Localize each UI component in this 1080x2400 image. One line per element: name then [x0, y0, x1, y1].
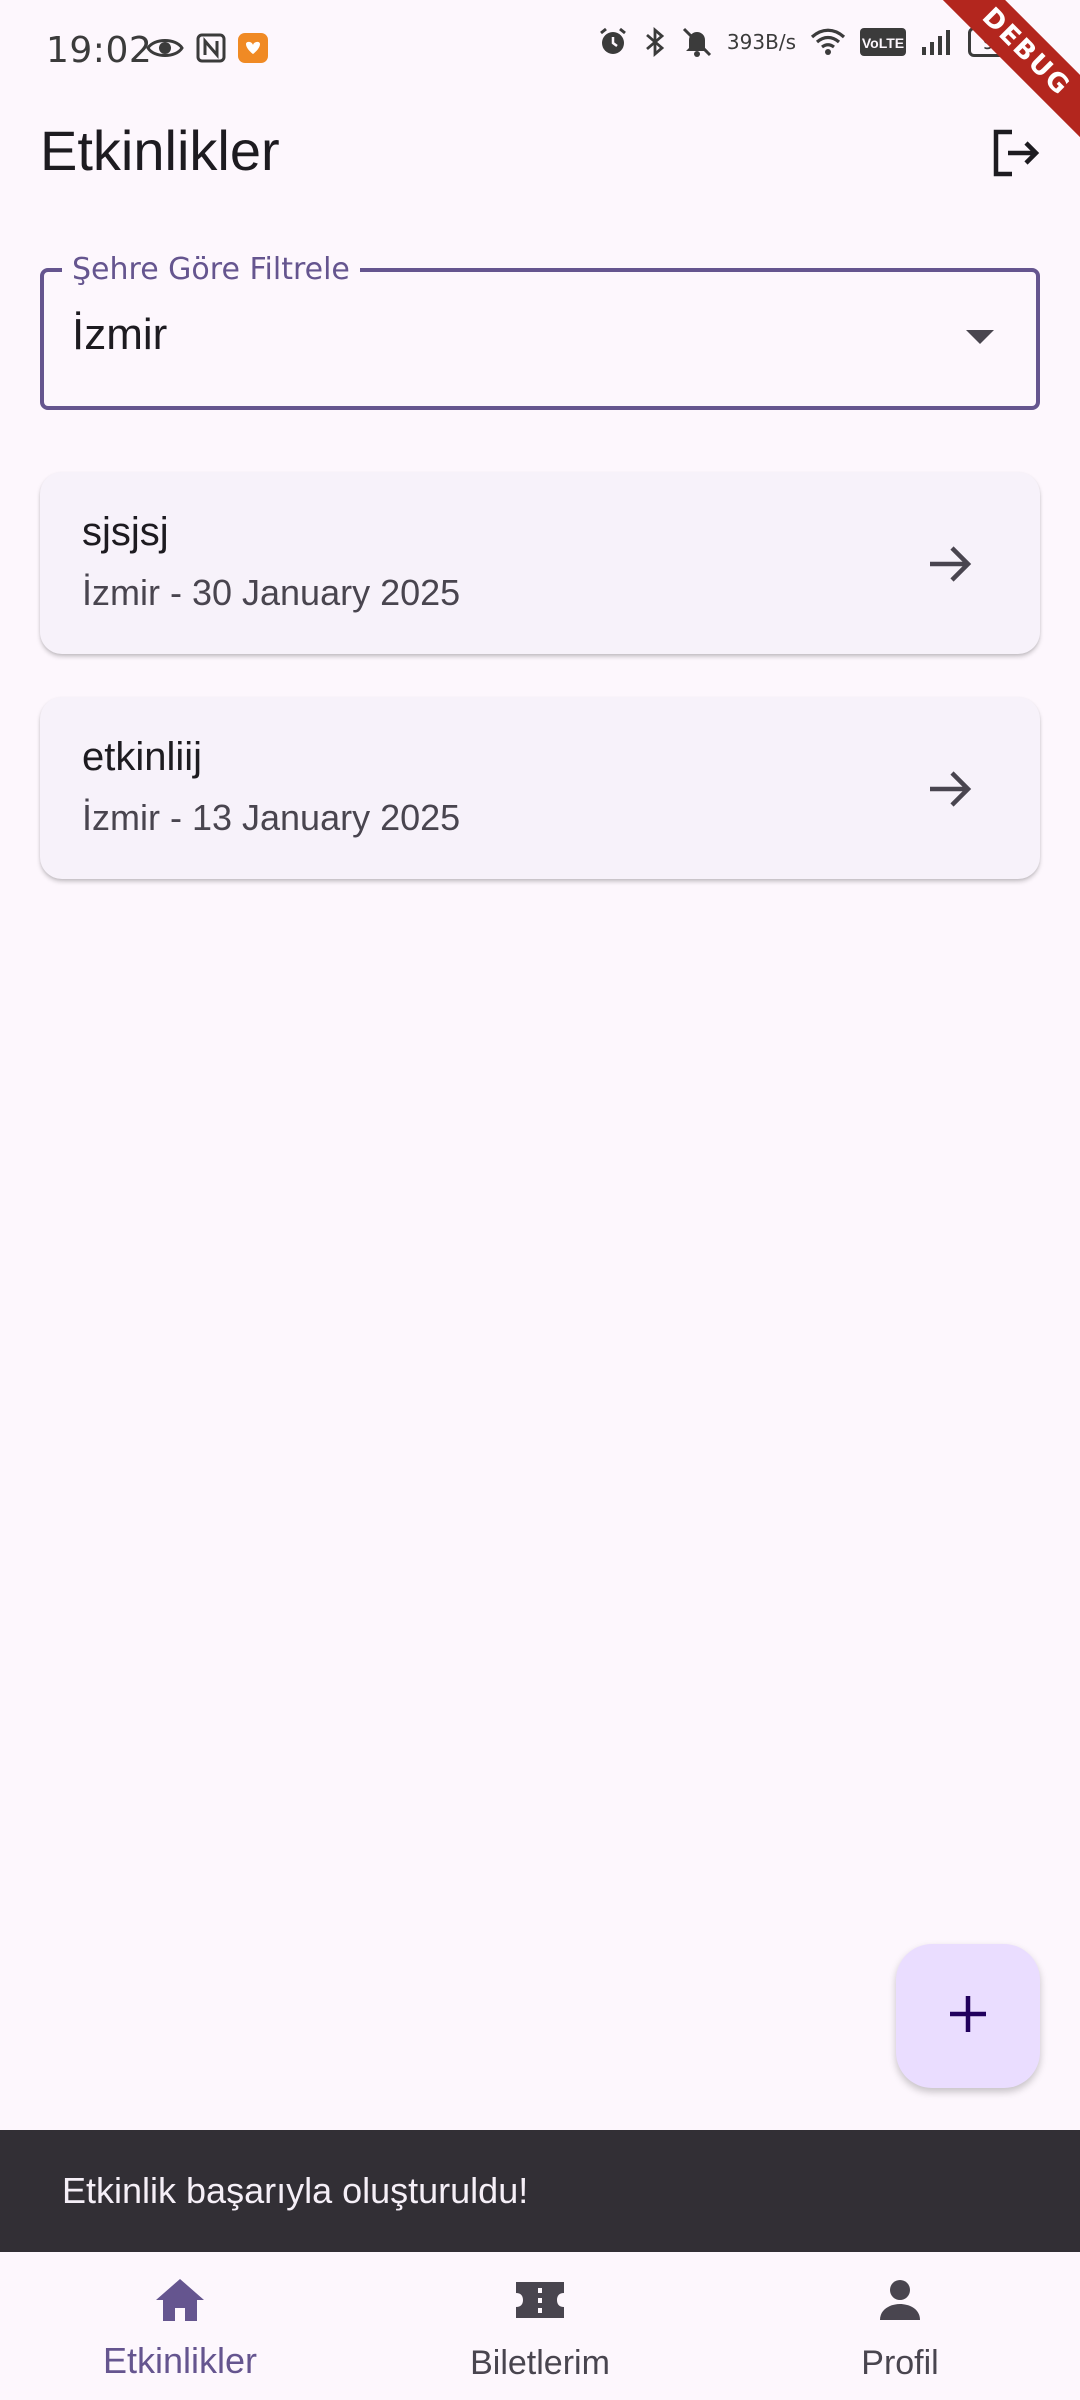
alarm-icon [597, 26, 629, 58]
net-speed: 393 B/s [727, 31, 796, 53]
city-filter-dropdown[interactable]: Şehre Göre Filtrele İzmir [40, 252, 1040, 410]
dropdown-arrow-icon [966, 330, 994, 344]
shield-app-icon [238, 33, 268, 63]
person-icon [870, 2270, 930, 2330]
nav-item-profil[interactable]: Profil [720, 2252, 1080, 2400]
logout-button[interactable] [980, 120, 1050, 190]
event-card[interactable]: etkinliij İzmir - 13 January 2025 [40, 697, 1040, 879]
event-title: etkinliij [82, 735, 203, 779]
arrow-forward-icon [920, 534, 980, 594]
status-bar: 19:02 393 B/s VoLTE [0, 0, 1080, 100]
city-filter-label: Şehre Göre Filtrele [62, 252, 360, 287]
nav-item-biletlerim[interactable]: Biletlerim [360, 2252, 720, 2400]
snackbar-message: Etkinlik başarıyla oluşturuldu! [62, 2170, 529, 2211]
nfc-icon [196, 33, 226, 63]
nav-item-etkinlikler[interactable]: Etkinlikler [0, 2252, 360, 2400]
bluetooth-icon [643, 26, 667, 58]
nav-label: Biletlerim [470, 2344, 610, 2382]
volte-label: VoLTE [862, 35, 904, 51]
nav-label: Profil [861, 2344, 939, 2382]
arrow-forward-icon [920, 759, 980, 819]
net-speed-value: 393 [726, 30, 766, 54]
ticket-icon [510, 2270, 570, 2330]
snackbar: Etkinlik başarıyla oluşturuldu! [0, 2130, 1080, 2252]
bottom-navigation: Etkinlikler Biletlerim Profil [0, 2252, 1080, 2400]
screen: 19:02 393 B/s VoLTE DEBUG Etkinlikler Şe… [0, 0, 1080, 2400]
eye-icon [146, 35, 184, 61]
event-subtitle: İzmir - 13 January 2025 [82, 797, 461, 838]
add-event-fab[interactable] [896, 1944, 1040, 2088]
mute-icon [681, 26, 713, 58]
home-icon [150, 2270, 210, 2330]
net-speed-unit: B/s [765, 30, 796, 54]
event-card[interactable]: sjsjsj İzmir - 30 January 2025 [40, 472, 1040, 654]
page-title: Etkinlikler [40, 119, 280, 182]
status-left-icons [146, 33, 268, 63]
signal-icon [920, 27, 954, 57]
wifi-icon [810, 27, 846, 57]
nav-label: Etkinlikler [102, 2340, 258, 2381]
add-icon [946, 1992, 990, 2040]
city-filter-value: İzmir [72, 310, 168, 359]
app-bar: Etkinlikler [0, 100, 1080, 210]
logout-icon [988, 126, 1042, 184]
event-subtitle: İzmir - 30 January 2025 [82, 572, 461, 613]
event-title: sjsjsj [82, 510, 169, 554]
status-right-icons: 393 B/s VoLTE 97 [597, 26, 1027, 58]
volte-icon: VoLTE [860, 28, 906, 56]
status-time: 19:02 [46, 30, 153, 71]
